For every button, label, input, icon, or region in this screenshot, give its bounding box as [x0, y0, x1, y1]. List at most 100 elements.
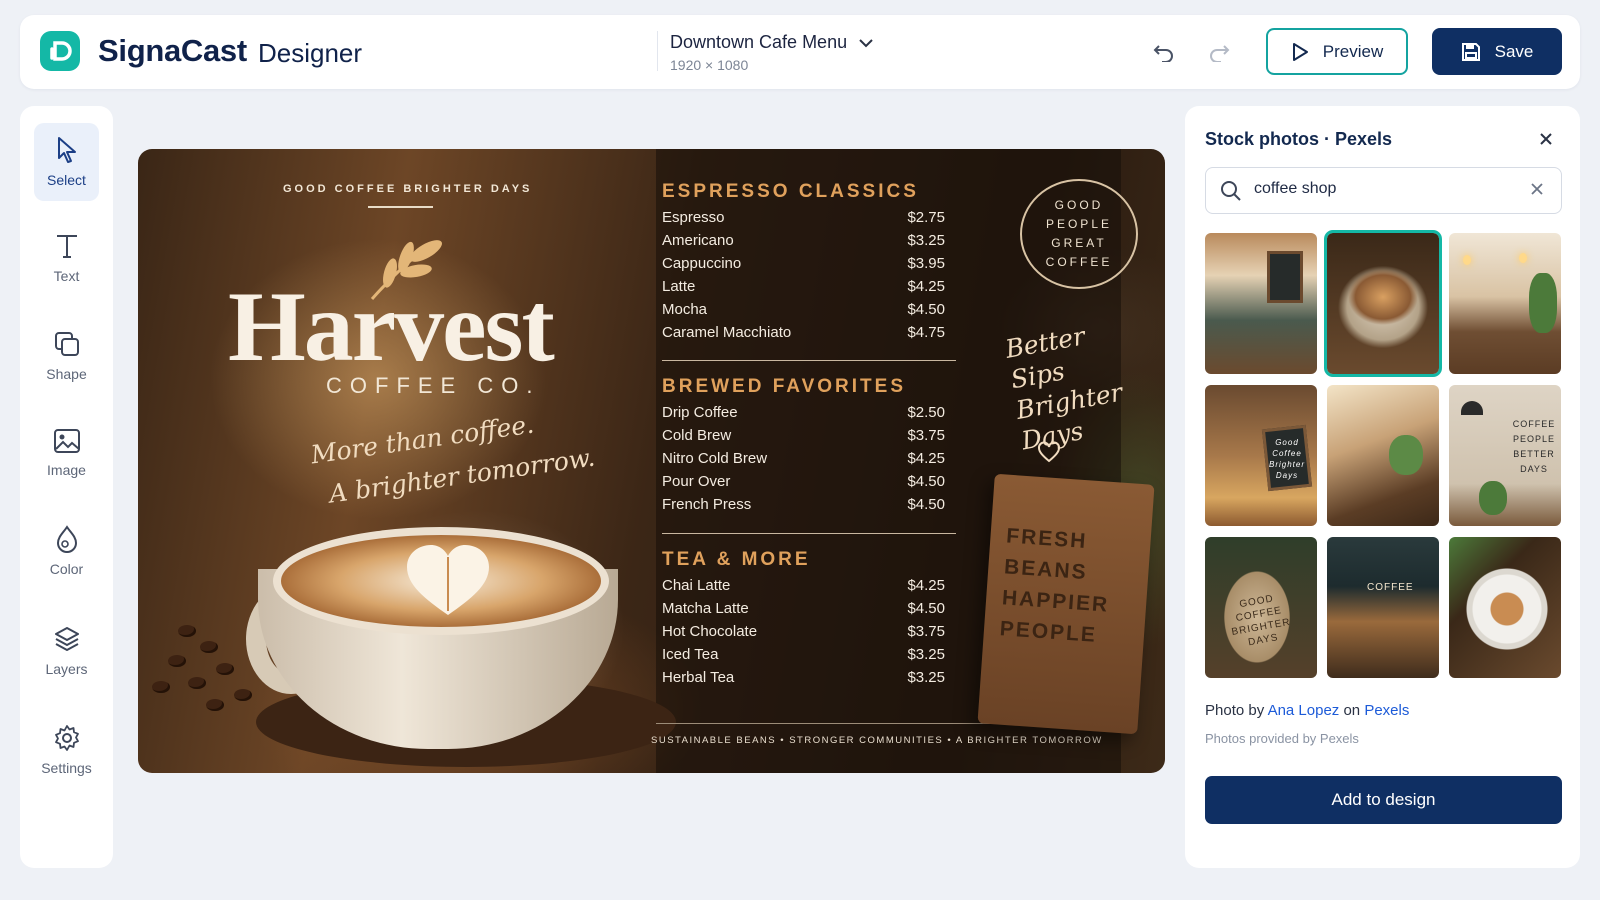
- tool-shape[interactable]: Shape: [34, 317, 99, 395]
- tool-label: Layers: [45, 661, 88, 677]
- shape-icon: [54, 332, 79, 356]
- coffee-bean: [200, 641, 218, 653]
- pointer-icon: [57, 137, 76, 163]
- design-brand-name[interactable]: Harvest: [228, 269, 555, 384]
- menu-item-price: $2.75: [907, 209, 945, 226]
- stamp-line: GOOD: [1054, 198, 1104, 212]
- menu-item-price: $3.25: [907, 232, 945, 249]
- plant-shape: [1479, 481, 1507, 515]
- menu-item-price: $4.25: [907, 450, 945, 467]
- design-stamp[interactable]: GOOD PEOPLE GREAT COFFEE: [1020, 179, 1138, 289]
- search-icon: [1221, 181, 1241, 201]
- design-script-right[interactable]: Better Sips Brighter Days: [1003, 316, 1130, 457]
- stock-thumb-sunny-cafe-table[interactable]: [1327, 385, 1439, 526]
- menu-item-price: $3.25: [907, 669, 945, 686]
- menu-item-price: $4.25: [907, 278, 945, 295]
- design-footer[interactable]: SUSTAINABLE BEANS • STRONGER COMMUNITIES…: [651, 735, 1103, 746]
- tagline-rule: [368, 206, 433, 208]
- stock-thumb-pastry-case-sign[interactable]: Good Coffee Brighter Days: [1205, 385, 1317, 526]
- thumb-caption: Good Coffee Brighter Days: [1268, 438, 1305, 480]
- menu-item-name: French Press: [662, 496, 752, 513]
- stock-thumb-wall-lettering[interactable]: COFFEE PEOPLE BETTER DAYS: [1449, 385, 1561, 526]
- stock-thumb-cafe-interior-chalkboard[interactable]: [1205, 233, 1317, 374]
- preview-button[interactable]: Preview: [1266, 28, 1408, 75]
- menu-item: Pour Over $4.50: [662, 473, 945, 496]
- menu-section-title: TEA & MORE: [662, 549, 811, 570]
- menu-item: Latte $4.25: [662, 278, 945, 301]
- heart-icon: [1038, 441, 1060, 463]
- thumb-caption: COFFEE: [1367, 582, 1414, 593]
- coffee-bean: [178, 625, 196, 637]
- menu-item: Iced Tea $3.25: [662, 646, 945, 669]
- tool-image[interactable]: Image: [34, 414, 99, 492]
- image-icon: [53, 429, 80, 453]
- menu-item-name: Espresso: [662, 209, 725, 226]
- search-input[interactable]: [1254, 180, 1504, 198]
- stock-thumb-coffee-bean-sack[interactable]: GOOD COFFEE BRIGHTER DAYS: [1205, 537, 1317, 678]
- credit-prefix: Photo by: [1205, 702, 1265, 719]
- redo-icon: [1210, 45, 1230, 62]
- document-selector[interactable]: Downtown Cafe Menu: [670, 32, 873, 53]
- layers-icon: [54, 627, 79, 651]
- menu-section-divider: [662, 360, 956, 361]
- wall-lamp: [1461, 401, 1483, 415]
- clear-search-icon[interactable]: [1530, 182, 1544, 196]
- stock-thumb-cafe-storefront[interactable]: COFFEE: [1327, 537, 1439, 678]
- tool-label: Image: [47, 462, 86, 478]
- redo-button[interactable]: [1206, 39, 1232, 65]
- stamp-line: PEOPLE: [1045, 217, 1112, 231]
- play-icon: [1292, 42, 1308, 61]
- menu-item: Espresso $2.75: [662, 209, 945, 232]
- tool-settings[interactable]: Settings: [34, 711, 99, 789]
- document-size: 1920 × 1080: [670, 57, 749, 73]
- gear-icon: [54, 725, 79, 751]
- document-title: Downtown Cafe Menu: [670, 32, 848, 52]
- menu-item-price: $4.50: [907, 301, 945, 318]
- menu-section-tea[interactable]: TEA & MORE Chai Latte $4.25 Matcha Latte $…: [662, 549, 962, 693]
- menu-section-divider: [662, 533, 956, 534]
- undo-icon: [1153, 45, 1173, 62]
- pendant-lamp: [1519, 253, 1527, 263]
- pendant-lamp: [1463, 255, 1471, 265]
- tool-layers[interactable]: Layers: [34, 612, 99, 690]
- latte-art-heart: [407, 545, 489, 615]
- tool-select[interactable]: Select: [34, 123, 99, 201]
- menu-item: Chai Latte $4.25: [662, 577, 945, 600]
- close-panel-button[interactable]: [1535, 128, 1557, 150]
- add-to-design-button[interactable]: Add to design: [1205, 776, 1562, 824]
- design-canvas[interactable]: GOOD COFFEE BRIGHTER DAYS Harvest COFFEE…: [138, 149, 1165, 773]
- design-brand-sub[interactable]: COFFEE CO.: [326, 373, 540, 399]
- save-button[interactable]: Save: [1432, 28, 1562, 75]
- photo-credit: Photo by Ana Lopez on Pexels: [1205, 702, 1409, 719]
- menu-item-name: Herbal Tea: [662, 669, 735, 686]
- menu-item-name: Matcha Latte: [662, 600, 749, 617]
- stock-thumb-cafe-counter-plants[interactable]: [1449, 233, 1561, 374]
- stamp-line: COFFEE: [1045, 255, 1113, 269]
- menu-section-brewed[interactable]: BREWED FAVORITES Drip Coffee $2.50 Cold B…: [662, 376, 962, 520]
- menu-section-espresso[interactable]: ESPRESSO CLASSICS Espresso $2.75 American…: [662, 181, 962, 349]
- tool-label: Settings: [41, 760, 92, 776]
- coffee-bean: [188, 677, 206, 689]
- menu-item-price: $3.95: [907, 255, 945, 272]
- signacast-logo-icon: [40, 31, 80, 71]
- panel-title: Stock photos · Pexels: [1205, 129, 1393, 149]
- menu-item-name: Pour Over: [662, 473, 731, 490]
- menu-item-name: Caramel Macchiato: [662, 324, 792, 341]
- menu-item-name: Cold Brew: [662, 427, 732, 444]
- coffee-bean: [234, 689, 252, 701]
- design-sign-text[interactable]: FRESH BEANS HAPPIER PEOPLE: [999, 520, 1115, 651]
- tool-text[interactable]: Text: [34, 219, 99, 297]
- design-tagline-top[interactable]: GOOD COFFEE BRIGHTER DAYS: [283, 183, 532, 195]
- menu-item-price: $4.75: [907, 324, 945, 341]
- menu-item-price: $3.75: [907, 623, 945, 640]
- menu-item-price: $3.75: [907, 427, 945, 444]
- credit-author-link[interactable]: Ana Lopez: [1268, 702, 1340, 719]
- menu-item-name: Nitro Cold Brew: [662, 450, 768, 467]
- menu-item-name: Cappuccino: [662, 255, 742, 272]
- stock-thumb-latte-top-view[interactable]: [1449, 537, 1561, 678]
- credit-site-link[interactable]: Pexels: [1364, 702, 1409, 719]
- tool-color[interactable]: Color: [34, 512, 99, 590]
- stock-thumb-latte-art-cup[interactable]: [1324, 230, 1442, 377]
- menu-section-title: ESPRESSO CLASSICS: [662, 181, 919, 202]
- undo-button[interactable]: [1151, 39, 1177, 65]
